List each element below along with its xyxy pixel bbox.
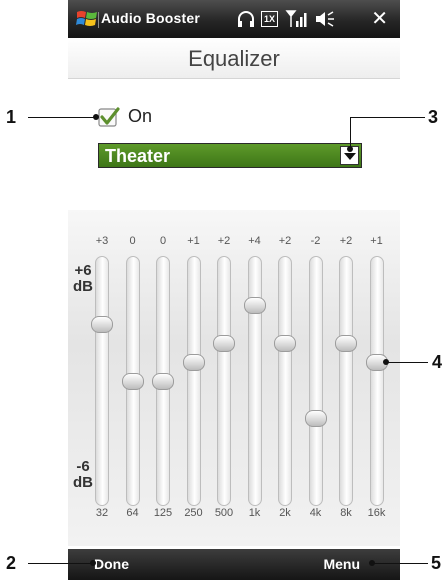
band-gain-label: +3 [95,235,109,247]
band-slider-track[interactable] [308,256,323,506]
menu-button[interactable]: Menu [323,556,360,572]
band-slider-knob[interactable] [152,372,174,390]
scale-bottom-label: -6 dB [68,459,98,491]
band-slider-track[interactable] [186,256,201,506]
band-gain-label: 0 [129,235,136,247]
band-frequency-label: 125 [153,507,173,519]
callout-1-dot [93,114,99,120]
band-frequency-label: 8k [340,507,352,519]
softkey-bar: Done Menu [68,549,400,580]
callout-2-line [28,563,93,564]
band-slider-track[interactable] [339,256,353,506]
scale-top-unit: dB [73,278,93,295]
band-gain-label: +2 [339,235,353,247]
close-icon[interactable]: ✕ [371,6,388,30]
band-gain-label: +4 [248,235,261,247]
callout-3-vline [350,117,351,149]
band-frequency-label: 16k [367,507,386,519]
callout-4: 4 [432,352,443,372]
preset-selected-value: Theater [105,146,171,166]
app-title: Audio Booster [101,10,201,26]
title-bar: Audio Booster 1X ✕ [68,0,400,38]
band-gain-label: +1 [187,235,200,247]
band-slider-track[interactable] [95,256,109,506]
band-gain-label: 0 [159,235,167,247]
callout-5-dot [369,560,375,566]
band-frequency-label: 2k [279,507,291,519]
band-slider-track[interactable] [217,256,231,506]
callout-4-line [386,362,428,363]
callout-4-dot [383,359,389,365]
scale-top-label: +6 dB [68,263,98,295]
callout-1: 1 [6,107,17,127]
band-slider-knob[interactable] [121,372,144,390]
scale-top-value: +6 [74,262,92,279]
band-frequency-label: 500 [214,507,234,519]
title-separator [98,12,99,28]
network-1x-icon: 1X [261,11,278,27]
windows-start-icon[interactable] [76,9,98,29]
band-gain-label: +1 [370,235,383,247]
band-slider-knob[interactable] [243,297,266,315]
band-slider-track[interactable] [369,256,384,506]
band-slider-knob[interactable] [335,334,357,352]
band-slider-knob[interactable] [304,410,327,428]
band-gain-label: +2 [278,235,292,247]
preset-dropdown[interactable]: Theater [98,143,362,168]
band-slider-track[interactable] [278,256,292,506]
callout-3-dot [347,146,353,152]
band-slider-knob[interactable] [182,353,205,371]
band-frequency-label: 1k [248,507,261,519]
on-checkbox[interactable] [98,106,120,128]
on-checkbox-label: On [128,106,153,126]
band-frequency-label: 32 [95,507,109,519]
band-gain-label: +2 [217,235,231,247]
callout-2-dot [90,560,96,566]
band-slider-knob[interactable] [91,316,113,333]
callout-1-line [28,117,96,118]
scale-bottom-unit: dB [73,474,93,491]
callout-2: 2 [6,553,17,573]
band-slider-knob[interactable] [274,334,296,352]
band-frequency-label: 64 [126,507,139,519]
band-slider-track[interactable] [247,256,262,506]
page-title: Equalizer [188,46,280,71]
headphones-icon [238,11,254,27]
signal-strength-icon [285,10,307,27]
scale-bottom-value: -6 [76,458,90,475]
band-frequency-label: 250 [184,507,203,519]
page-header: Equalizer [68,38,400,79]
callout-3: 3 [428,107,439,127]
band-frequency-label: 4k [309,507,322,519]
band-slider-knob[interactable] [213,334,235,352]
device-screen: Audio Booster 1X ✕ Equalizer On Theater … [68,0,400,580]
speaker-volume-icon[interactable] [314,9,336,29]
callout-5: 5 [431,553,442,573]
done-button[interactable]: Done [94,556,129,572]
callout-5-line [372,563,428,564]
band-gain-label: -2 [310,235,321,247]
callout-3-line [350,117,425,118]
